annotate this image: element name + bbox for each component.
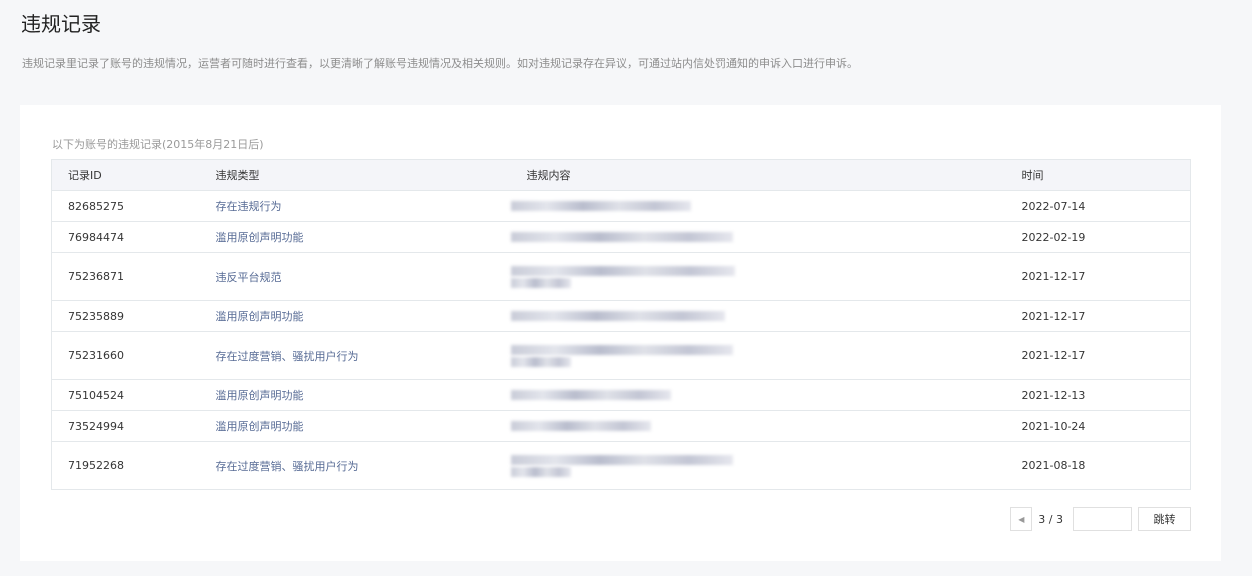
col-type: 违规类型 — [199, 159, 511, 191]
page-title: 违规记录 — [21, 12, 101, 36]
violation-type-link[interactable]: 滥用原创声明功能 — [199, 300, 511, 332]
violation-content-redacted — [510, 379, 1006, 411]
violation-content-redacted — [510, 331, 1006, 380]
record-id: 76984474 — [51, 221, 200, 253]
prev-page-button[interactable]: ◀ — [1010, 507, 1033, 531]
record-date: 2021-12-13 — [1005, 379, 1191, 411]
table-row: 76984474 滥用原创声明功能 2022-02-19 — [51, 221, 1191, 253]
table-row: 75231660 存在过度营销、骚扰用户行为 2021-12-17 — [51, 331, 1191, 380]
record-date: 2021-12-17 — [1005, 331, 1191, 380]
violation-content-redacted — [510, 410, 1006, 442]
col-id: 记录ID — [51, 159, 200, 191]
violation-content-redacted — [510, 441, 1006, 490]
violation-content-redacted — [510, 221, 1006, 253]
table-row: 71952268 存在过度营销、骚扰用户行为 2021-08-18 — [51, 441, 1191, 490]
records-card: 以下为账号的违规记录(2015年8月21日后) 记录ID 违规类型 违规内容 时… — [20, 105, 1221, 561]
record-date: 2021-12-17 — [1005, 300, 1191, 332]
record-date: 2021-08-18 — [1005, 441, 1191, 490]
violation-type-link[interactable]: 存在过度营销、骚扰用户行为 — [199, 441, 511, 490]
record-id: 82685275 — [51, 190, 200, 222]
triangle-left-icon: ◀ — [1018, 514, 1025, 524]
violation-type-link[interactable]: 滥用原创声明功能 — [199, 379, 511, 411]
record-date: 2021-12-17 — [1005, 252, 1191, 301]
records-subtitle: 以下为账号的违规记录(2015年8月21日后) — [52, 138, 264, 151]
record-id: 75236871 — [51, 252, 200, 301]
table-row: 75104524 滥用原创声明功能 2021-12-13 — [51, 379, 1191, 411]
violation-content-redacted — [510, 300, 1006, 332]
record-date: 2021-10-24 — [1005, 410, 1191, 442]
table-row: 75236871 违反平台规范 2021-12-17 — [51, 252, 1191, 301]
violation-type-link[interactable]: 违反平台规范 — [199, 252, 511, 301]
record-id: 71952268 — [51, 441, 200, 490]
record-date: 2022-07-14 — [1005, 190, 1191, 222]
record-id: 75235889 — [51, 300, 200, 332]
jump-button[interactable]: 跳转 — [1138, 507, 1191, 531]
page-number-input[interactable] — [1073, 507, 1132, 531]
record-id: 73524994 — [51, 410, 200, 442]
pagination: ◀ 3 / 3 跳转 — [1010, 507, 1191, 531]
violation-type-link[interactable]: 存在过度营销、骚扰用户行为 — [199, 331, 511, 380]
violation-content-redacted — [510, 190, 1006, 222]
col-time: 时间 — [1005, 159, 1191, 191]
violation-type-link[interactable]: 滥用原创声明功能 — [199, 221, 511, 253]
col-content: 违规内容 — [510, 159, 1006, 191]
table-row: 82685275 存在违规行为 2022-07-14 — [51, 190, 1191, 222]
table-row: 73524994 滥用原创声明功能 2021-10-24 — [51, 410, 1191, 442]
violation-content-redacted — [510, 252, 1006, 301]
record-date: 2022-02-19 — [1005, 221, 1191, 253]
record-id: 75231660 — [51, 331, 200, 380]
table-row: 75235889 滥用原创声明功能 2021-12-17 — [51, 300, 1191, 332]
page-description: 违规记录里记录了账号的违规情况，运营者可随时进行查看，以更清晰了解账号违规情况及… — [22, 57, 858, 70]
page-indicator: 3 / 3 — [1038, 512, 1063, 526]
violation-type-link[interactable]: 滥用原创声明功能 — [199, 410, 511, 442]
record-id: 75104524 — [51, 379, 200, 411]
records-table: 记录ID 违规类型 违规内容 时间 82685275 存在违规行为 2022-0… — [51, 159, 1191, 490]
violation-type-link[interactable]: 存在违规行为 — [199, 190, 511, 222]
